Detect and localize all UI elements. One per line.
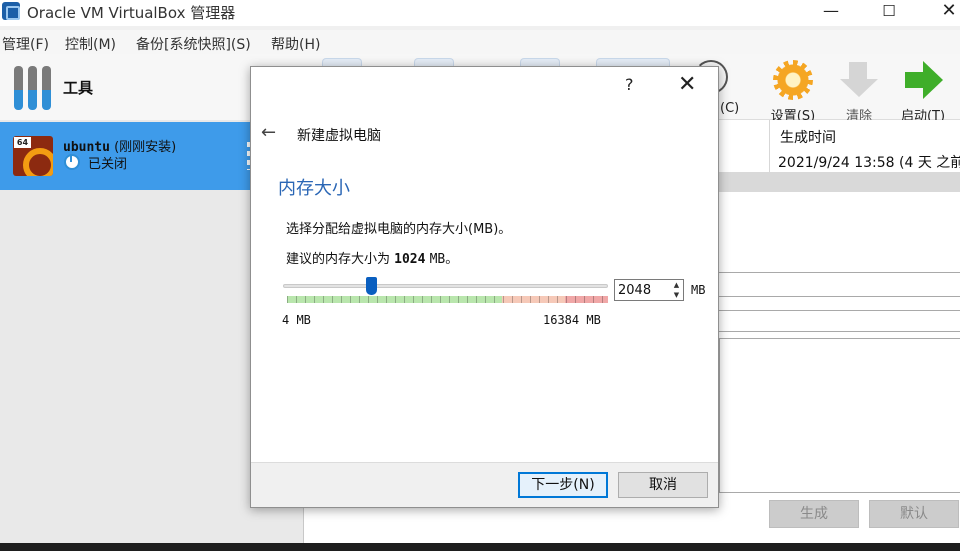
divider bbox=[719, 296, 960, 297]
window-title: Oracle VM VirtualBox 管理器 bbox=[27, 4, 236, 22]
power-off-icon bbox=[64, 154, 80, 170]
memory-slider-track[interactable] bbox=[283, 284, 608, 288]
divider bbox=[719, 331, 960, 332]
dialog-title: 新建虚拟电脑 bbox=[297, 128, 381, 144]
tools-icon bbox=[14, 66, 52, 110]
memory-recommendation: 建议的内存大小为 1024 MB。 bbox=[286, 248, 458, 267]
arrow-down-icon bbox=[839, 60, 879, 100]
ubuntu-os-icon: 64 bbox=[13, 136, 53, 176]
menu-manage[interactable]: 管理(F) bbox=[2, 34, 49, 54]
dialog-close-icon[interactable]: ✕ bbox=[678, 72, 696, 97]
memory-spinbox[interactable]: ▲ ▼ bbox=[614, 279, 684, 301]
minimize-icon[interactable]: — bbox=[808, 0, 854, 26]
generate-button[interactable]: 生成 bbox=[769, 500, 859, 528]
close-icon[interactable]: ✕ bbox=[926, 0, 960, 26]
maximize-icon[interactable]: ☐ bbox=[866, 0, 912, 26]
spin-down-icon[interactable]: ▼ bbox=[670, 290, 683, 300]
divider bbox=[719, 310, 960, 311]
menu-control[interactable]: 控制(M) bbox=[65, 34, 116, 54]
next-button[interactable]: 下一步(N) bbox=[518, 472, 608, 498]
memory-description: 选择分配给虚拟电脑的内存大小(MB)。 bbox=[286, 222, 512, 237]
title-bar: Oracle VM VirtualBox 管理器 — ☐ ✕ bbox=[0, 0, 960, 26]
divider bbox=[719, 272, 960, 273]
cancel-button[interactable]: 取消 bbox=[618, 472, 708, 498]
default-button[interactable]: 默认 bbox=[869, 500, 959, 528]
recommend-value: 1024 bbox=[394, 252, 426, 267]
recommend-prefix: 建议的内存大小为 bbox=[286, 252, 391, 267]
discard-button[interactable]: 清除 bbox=[824, 58, 894, 124]
start-button[interactable]: 启动(T) bbox=[888, 58, 958, 124]
memory-max-label: 16384 MB bbox=[543, 313, 601, 327]
memory-slider-handle[interactable] bbox=[365, 277, 377, 295]
page-heading: 内存大小 bbox=[278, 178, 350, 199]
virtualbox-app-icon bbox=[2, 2, 20, 20]
spin-up-icon[interactable]: ▲ bbox=[670, 280, 683, 290]
vm-state: 已关闭 bbox=[88, 157, 128, 172]
description-box bbox=[719, 338, 960, 493]
arrow-right-icon bbox=[903, 60, 943, 100]
back-arrow-icon[interactable]: ← bbox=[261, 122, 276, 143]
memory-input[interactable] bbox=[618, 283, 668, 298]
recommend-unit: MB。 bbox=[429, 252, 459, 267]
menu-snapshot[interactable]: 备份[系统快照](S) bbox=[136, 34, 251, 54]
memory-min-label: 4 MB bbox=[282, 313, 311, 327]
os-bitness-badge: 64 bbox=[14, 137, 31, 148]
taskbar-edge bbox=[0, 543, 960, 551]
toolbar-partial-label[interactable]: (C) bbox=[720, 101, 739, 116]
help-icon[interactable]: ? bbox=[625, 75, 634, 94]
dialog-footer: 下一步(N) 取消 bbox=[251, 462, 718, 507]
gear-icon bbox=[773, 60, 813, 100]
new-vm-dialog: ? ✕ ← 新建虚拟电脑 内存大小 选择分配给虚拟电脑的内存大小(MB)。 建议… bbox=[250, 66, 719, 508]
settings-button[interactable]: 设置(S) bbox=[758, 58, 828, 124]
snapshot-column: 生成时间 2021/9/24 13:58 (4 天 之前 bbox=[769, 120, 960, 172]
menu-help[interactable]: 帮助(H) bbox=[271, 34, 320, 54]
column-value-created: 2021/9/24 13:58 (4 天 之前 bbox=[778, 155, 960, 171]
tools-label: 工具 bbox=[63, 79, 94, 97]
menu-bar: 管理(F) 控制(M) 备份[系统快照](S) 帮助(H) bbox=[0, 30, 960, 54]
column-header-created[interactable]: 生成时间 bbox=[780, 127, 836, 147]
memory-scale-ticks bbox=[287, 296, 608, 303]
memory-unit: MB bbox=[691, 283, 706, 297]
